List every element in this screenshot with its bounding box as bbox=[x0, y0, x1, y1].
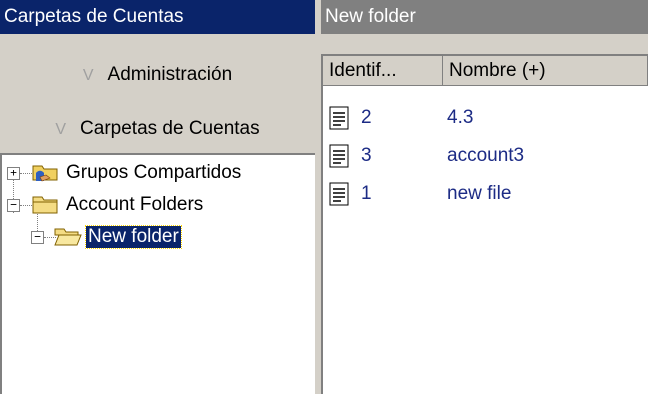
folder-icon bbox=[32, 196, 58, 214]
tree-item-label: Account Folders bbox=[66, 194, 204, 215]
tree-item-label: Grupos Compartidos bbox=[66, 162, 242, 183]
list-item[interactable]: 2 4.3 bbox=[323, 104, 643, 134]
row-name: new file bbox=[447, 183, 512, 204]
column-header-nombre[interactable]: Nombre (+) bbox=[443, 56, 648, 86]
list-item[interactable]: 3 account3 bbox=[323, 142, 643, 172]
tree-item-new-folder[interactable]: − New folder bbox=[2, 223, 315, 253]
tree-connector bbox=[20, 205, 32, 206]
tree-item-account-folders[interactable]: − Account Folders bbox=[2, 191, 315, 221]
row-name: account3 bbox=[447, 145, 525, 166]
row-name: 4.3 bbox=[447, 107, 474, 128]
left-panel-title: Carpetas de Cuentas bbox=[0, 0, 315, 34]
document-icon bbox=[329, 144, 349, 168]
open-folder-icon bbox=[54, 228, 82, 246]
document-icon bbox=[329, 106, 349, 130]
collapse-icon[interactable]: − bbox=[7, 199, 20, 212]
right-panel-title: New folder bbox=[321, 0, 648, 34]
expand-icon[interactable]: + bbox=[7, 167, 20, 180]
file-list: Identif... Nombre (+) 2 4.3 3 account3 1… bbox=[321, 54, 648, 394]
row-id: 2 bbox=[361, 107, 372, 128]
chevron-down-icon: V bbox=[55, 121, 67, 138]
tree-item-grupos[interactable]: + Grupos Compartidos bbox=[2, 159, 315, 189]
row-id: 3 bbox=[361, 145, 372, 166]
nav-administracion-button[interactable]: V Administración bbox=[0, 54, 315, 96]
tree-connector bbox=[20, 173, 32, 174]
shared-folder-icon bbox=[32, 165, 58, 182]
nav-carpetas-label: Carpetas de Cuentas bbox=[80, 118, 260, 139]
folder-tree: + Grupos Compartidos − Account Folders −… bbox=[0, 153, 315, 394]
nav-administracion-label: Administración bbox=[107, 64, 233, 85]
row-id: 1 bbox=[361, 183, 372, 204]
nav-carpetas-button[interactable]: V Carpetas de Cuentas bbox=[0, 108, 315, 150]
document-icon bbox=[329, 182, 349, 206]
list-item[interactable]: 1 new file bbox=[323, 180, 643, 210]
chevron-down-icon: V bbox=[82, 67, 94, 84]
tree-item-label: New folder bbox=[85, 225, 182, 249]
column-header-identificador[interactable]: Identif... bbox=[323, 56, 443, 86]
collapse-icon[interactable]: − bbox=[31, 231, 44, 244]
